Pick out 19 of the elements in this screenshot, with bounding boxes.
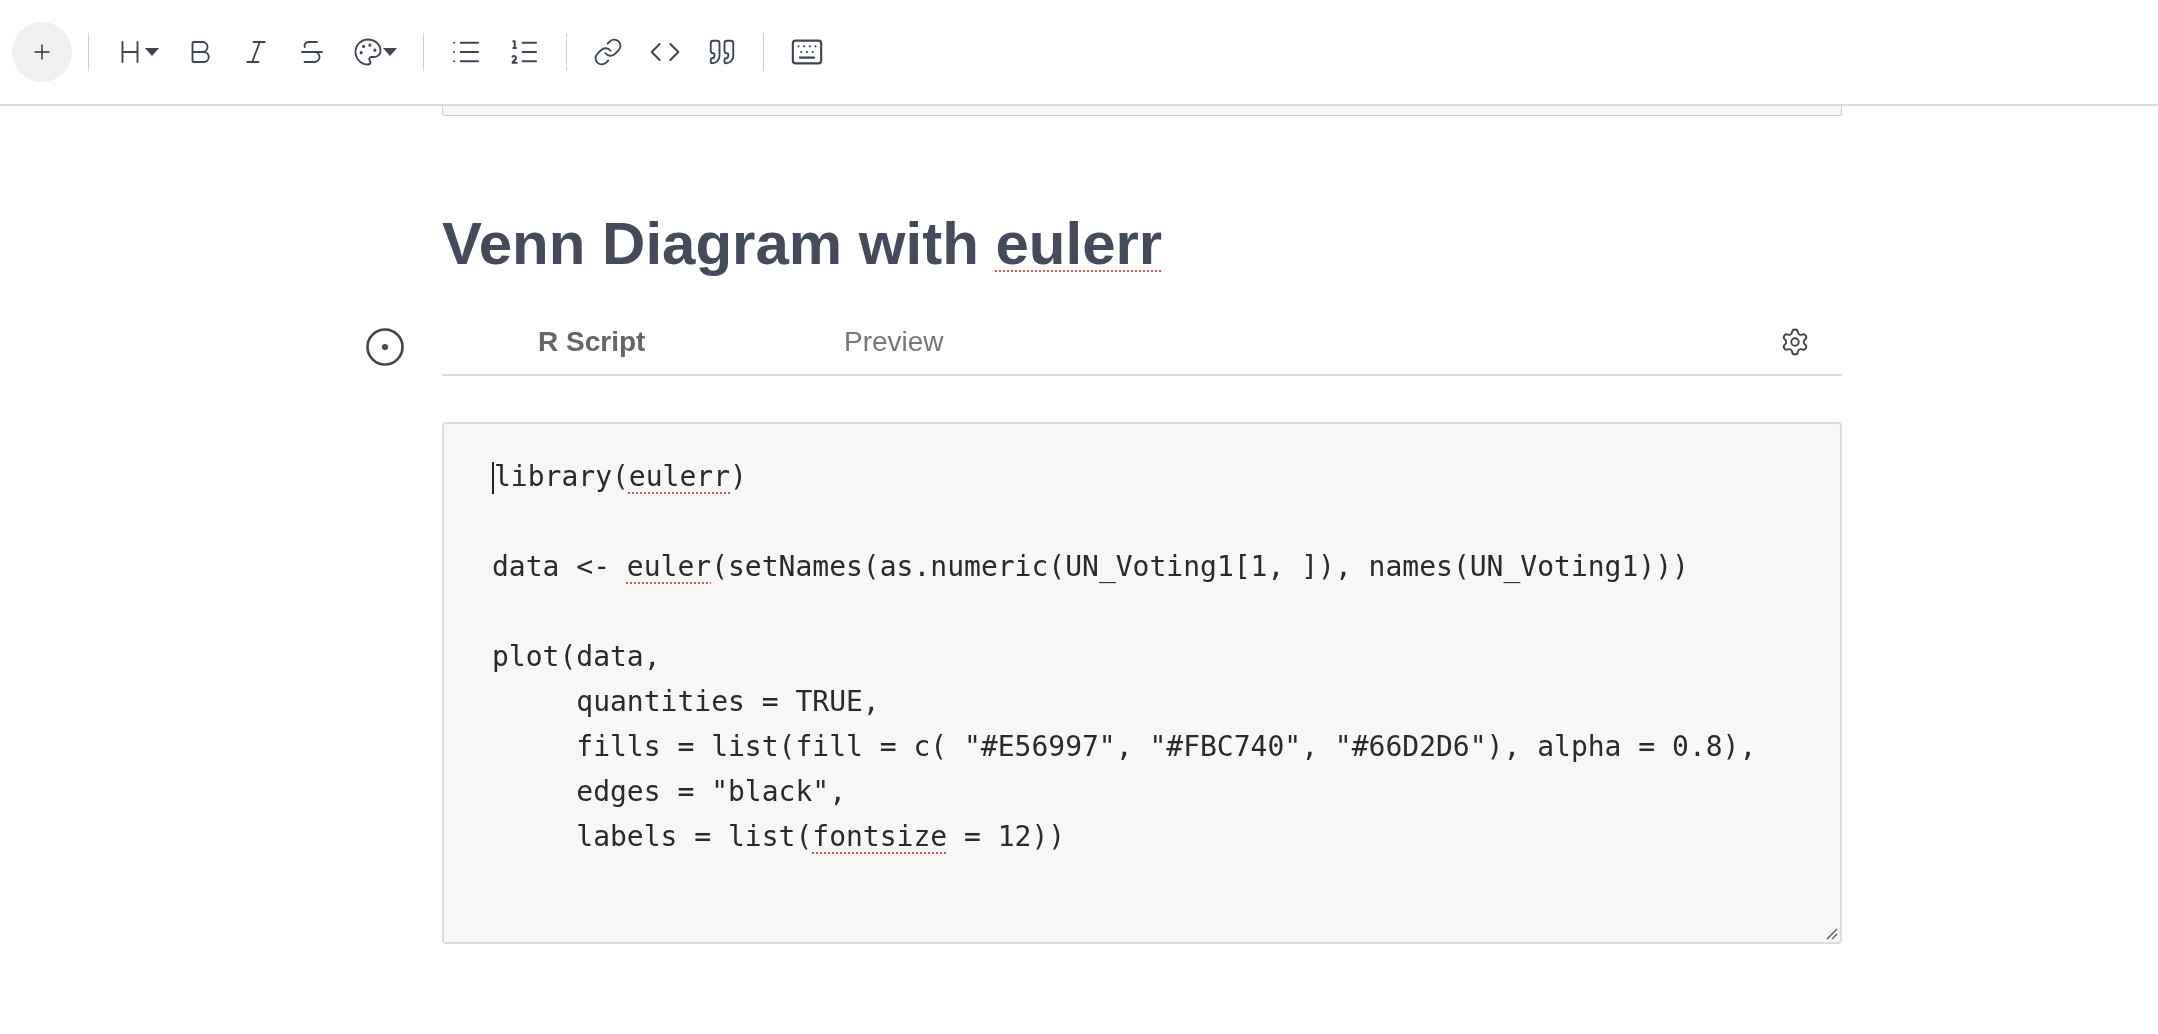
resize-handle-icon[interactable] [1824,926,1838,940]
code-line: data <- euler(setNames(as.numeric(UN_Voting1[1, ]), names(UN_Voting1))) [492,549,1689,585]
code-line: edges = "black", [575,774,846,810]
settings-icon[interactable] [1780,327,1810,357]
code-line: fills = list(fill = c( "#E56997", "#FBC740", "#66D2D6"), alpha = 0.8), [575,729,1757,765]
quote-icon [707,37,737,67]
tab[interactable]: R Script [538,321,844,363]
target-icon[interactable] [364,326,406,368]
code-line: plot(data, [492,639,661,675]
caret-icon [145,48,159,56]
tab[interactable]: Preview [844,321,1150,363]
code-line: library(eulerr) [492,459,747,496]
code-line: quantities = TRUE, [575,684,880,720]
section-heading: Venn Diagram with eulerr [442,209,1164,279]
palette-icon [353,37,383,67]
code-line: labels = list(fontsize = 12)) [575,819,1066,855]
link-icon [593,37,623,67]
caret-icon [383,48,397,56]
code-editor[interactable] [442,422,1842,944]
